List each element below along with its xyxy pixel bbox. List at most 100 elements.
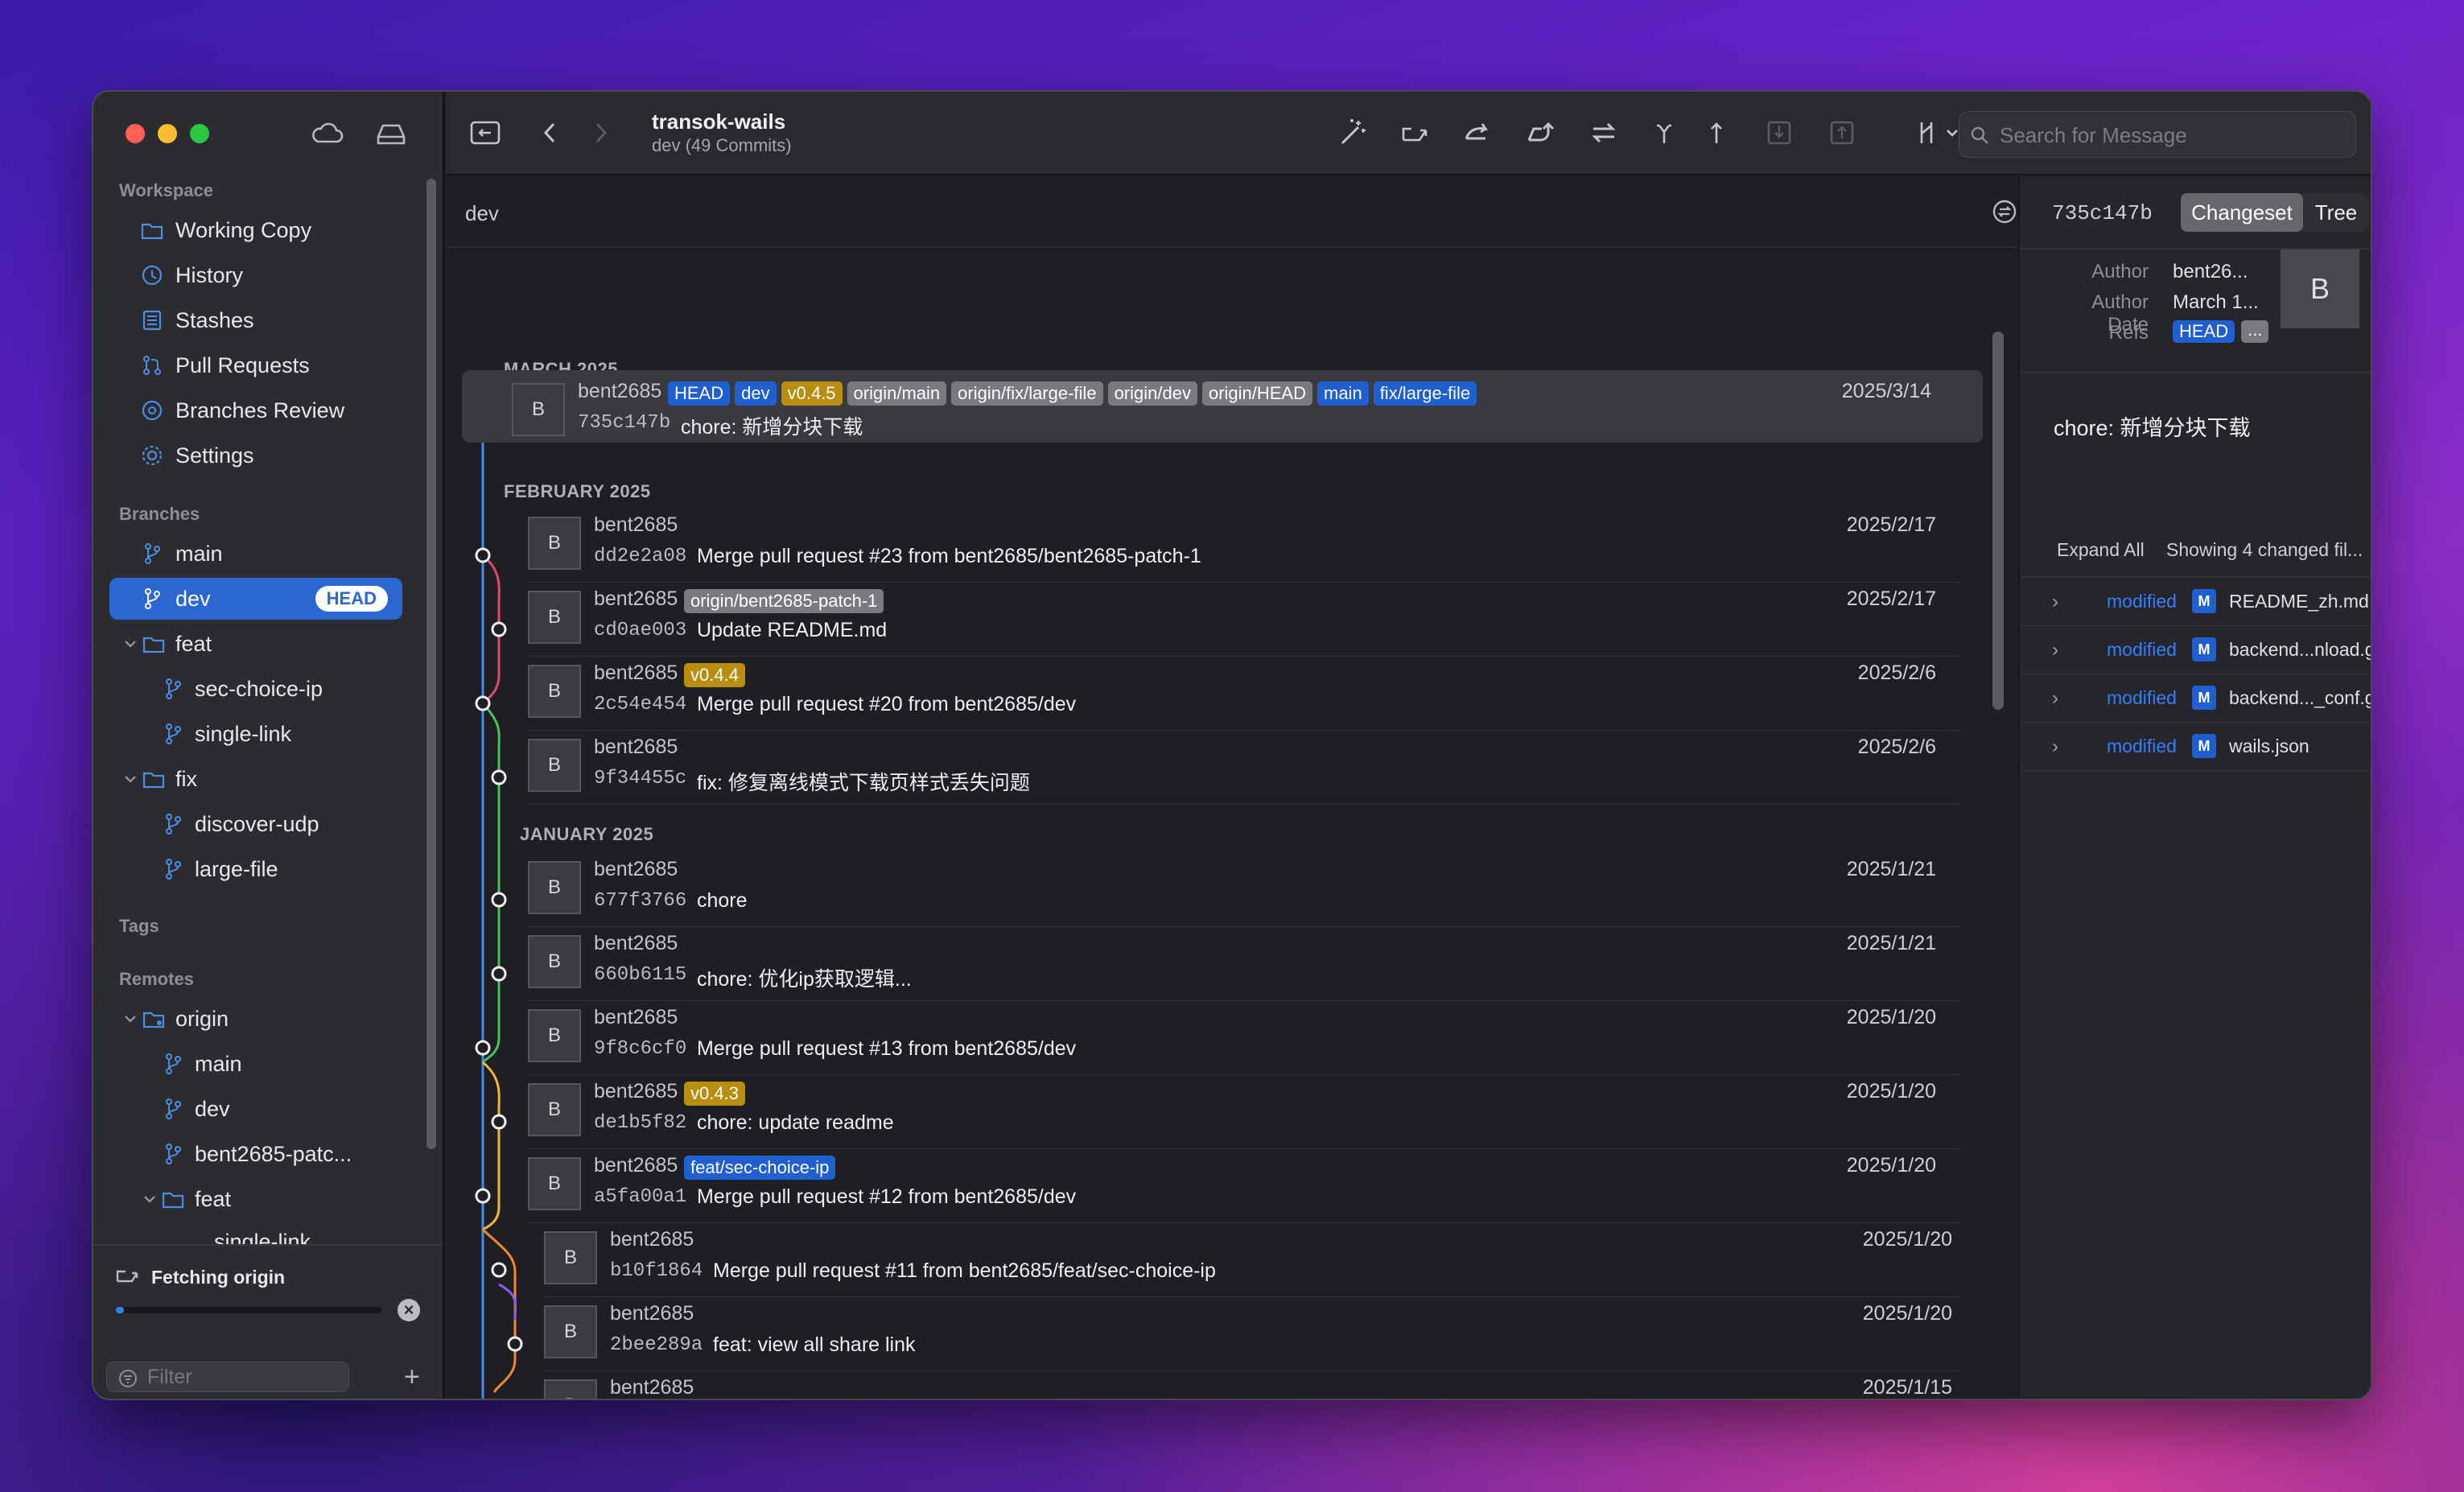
chevron-right-icon[interactable]: › <box>2052 591 2058 613</box>
sidebar-item-history[interactable]: History <box>109 254 402 296</box>
ref-tag[interactable]: fix/large-file <box>1373 381 1477 406</box>
ref-tag[interactable]: origin/bent2685-patch-1 <box>684 589 884 613</box>
merge-icon[interactable] <box>1648 114 1685 151</box>
commit-row[interactable]: Bbent2685 de1b5f82 chore: update readme 202… <box>528 1075 1960 1149</box>
cancel-fetch-button[interactable]: × <box>398 1299 420 1321</box>
sidebar-scrollbar[interactable] <box>426 179 436 1149</box>
sidebar-remote-branch-main[interactable]: main <box>109 1043 402 1085</box>
avatar: B <box>544 1231 597 1284</box>
stash-save-icon[interactable] <box>1761 114 1798 151</box>
forward-arrow-icon[interactable] <box>583 114 620 151</box>
commit-row[interactable]: Bbent2685 9f8c6cf0 Merge pull request #13 … <box>528 1001 1960 1075</box>
chevron-down-icon[interactable] <box>122 1011 138 1027</box>
sidebar-branch-dev[interactable]: dev HEAD <box>109 578 402 620</box>
ref-tag[interactable]: origin/fix/large-file <box>951 381 1103 406</box>
minimize-window-button[interactable] <box>158 124 177 143</box>
ref-tag[interactable]: origin/dev <box>1107 381 1197 406</box>
ref-tag[interactable]: v0.4.4 <box>684 663 745 687</box>
section-tags[interactable]: Tags <box>119 916 159 937</box>
commit-row[interactable]: Bbent2685 b10f1864 Merge pull request #11 … <box>544 1223 1960 1297</box>
commit-row[interactable]: Bbent2685 660b6115 chore: 优化ip获取逻辑... 2025/… <box>528 927 1960 1001</box>
sidebar-remote-origin[interactable]: origin <box>109 998 402 1040</box>
ref-tag[interactable]: origin/HEAD <box>1201 381 1312 406</box>
avatar: B <box>528 739 581 792</box>
ref-tag[interactable]: HEAD <box>668 381 731 406</box>
commit-title: chore: 新增分块下载 <box>2054 416 2251 440</box>
commit-row[interactable]: Bbent2685 2c54e454 Merge pull request #20 … <box>528 657 1960 731</box>
changed-file-row[interactable]: › modified M README_zh.md <box>2020 578 2371 626</box>
sync-icon[interactable] <box>1585 114 1622 151</box>
close-window-button[interactable] <box>126 124 145 143</box>
push-icon[interactable] <box>1522 114 1560 151</box>
tab-changeset[interactable]: Changeset <box>2181 193 2303 232</box>
sidebar-toggle-icon[interactable] <box>467 114 504 151</box>
pull-icon[interactable] <box>1460 114 1497 151</box>
upload-arrow-icon[interactable] <box>1698 114 1735 151</box>
commit-row[interactable]: Bbent2685 a5fa00a1 Merge pull request #12 … <box>528 1149 1960 1223</box>
changed-file-row[interactable]: › modified Mwails.json <box>2020 723 2371 771</box>
ref-tag[interactable]: origin/main <box>847 381 947 406</box>
commit-row[interactable]: Bbent2685 9f34455c fix: 修复离线模式下载页样式丢失问题 202… <box>528 731 1960 805</box>
ref-tag[interactable]: v0.4.5 <box>781 381 843 406</box>
sidebar-item-working-copy[interactable]: Working Copy <box>109 209 402 251</box>
branch-menu-icon[interactable] <box>1912 114 1965 151</box>
fetch-icon[interactable] <box>1397 114 1434 151</box>
fetch-icon <box>116 1270 138 1283</box>
sidebar-branch-single-link[interactable]: single-link <box>109 713 402 755</box>
ref-tag[interactable]: feat/sec-choice-ip <box>684 1156 836 1180</box>
filter-input[interactable] <box>147 1362 340 1391</box>
sidebar-item-settings[interactable]: Settings <box>109 435 402 476</box>
file-status: modified <box>2107 639 2177 660</box>
search-field[interactable] <box>1959 111 2356 158</box>
chevron-right-icon[interactable]: › <box>2052 736 2058 758</box>
sidebar-branch-sec-choice-ip[interactable]: sec-choice-ip <box>109 668 402 710</box>
sidebar-branch-large-file[interactable]: large-file <box>109 848 402 890</box>
back-arrow-icon[interactable] <box>531 114 568 151</box>
sidebar-folder-feat[interactable]: feat <box>109 623 402 665</box>
sidebar-remote-branch-single-link[interactable]: single-link <box>109 1223 402 1244</box>
history-scrollbar[interactable] <box>1992 332 2004 710</box>
sidebar-item-pull-requests[interactable]: Pull Requests <box>109 344 402 386</box>
sidebar-remote-folder-feat[interactable]: feat <box>109 1178 402 1220</box>
commit-row[interactable]: Bbent2685 cd0ae003 Update README.md 2025/2/… <box>528 583 1960 657</box>
stash-pop-icon[interactable] <box>1823 114 1860 151</box>
commit-row[interactable]: Bbent2685 2bee289a feat: view all share li… <box>544 1297 1960 1371</box>
changed-file-row[interactable]: › modified Mbackend...nload.go <box>2020 626 2371 674</box>
ref-tag[interactable]: dev <box>735 381 777 406</box>
file-name: backend...nload.go <box>2229 639 2372 660</box>
folder-label: fix <box>175 766 197 791</box>
changed-file-row[interactable]: › modified Mbackend..._conf.go <box>2020 674 2371 723</box>
sidebar-remote-branch-dev[interactable]: dev <box>109 1088 402 1130</box>
zoom-window-button[interactable] <box>190 124 209 143</box>
chevron-right-icon[interactable]: › <box>2052 639 2058 662</box>
ref-more-tag[interactable]: ... <box>2241 320 2269 343</box>
chevron-down-icon[interactable] <box>142 1191 158 1207</box>
ref-tag[interactable]: v0.4.3 <box>684 1082 745 1106</box>
history-toggle-icon[interactable] <box>1991 198 2018 225</box>
tab-tree[interactable]: Tree <box>2303 193 2369 232</box>
chevron-right-icon[interactable]: › <box>2052 687 2058 710</box>
ref-tag[interactable]: main <box>1317 381 1369 406</box>
commit-row[interactable]: Bbent2685 dd2e2a08 Merge pull request #23 … <box>528 509 1960 583</box>
commit-row[interactable]: Bbent2685f6b17221Merge pull request #8 f… <box>544 1371 1960 1399</box>
chevron-down-icon[interactable] <box>122 636 138 652</box>
sidebar-item-branches-review[interactable]: Branches Review <box>109 389 402 431</box>
sidebar-remote-branch-bent2685-patch[interactable]: bent2685-patc... <box>109 1133 402 1175</box>
chevron-down-icon[interactable] <box>122 771 138 787</box>
filter-field[interactable] <box>106 1362 349 1392</box>
commit-message: chore: 优化ip获取逻辑... <box>697 968 912 991</box>
sidebar-folder-fix[interactable]: fix <box>109 758 402 800</box>
cloud-icon[interactable] <box>309 117 344 150</box>
remote-folder-icon <box>142 1012 165 1028</box>
commit-hash: dd2e2a08 <box>594 546 687 567</box>
search-input[interactable] <box>2000 120 2338 150</box>
sidebar-item-stashes[interactable]: Stashes <box>109 299 402 341</box>
drive-icon[interactable] <box>373 117 409 150</box>
sidebar-branch-discover-udp[interactable]: discover-udp <box>109 803 402 845</box>
add-button[interactable]: + <box>404 1362 420 1392</box>
sidebar-branch-main[interactable]: main <box>109 533 402 575</box>
expand-all-button[interactable]: Expand All <box>2057 539 2145 561</box>
magic-wand-icon[interactable] <box>1334 114 1371 151</box>
commit-row[interactable]: Bbent2685 677f3766 chore 2025/1/21 <box>528 853 1960 927</box>
commit-row[interactable]: Bbent2685 735c147b chore: 新增分块下载 2025/3/14 H… <box>462 370 1983 443</box>
